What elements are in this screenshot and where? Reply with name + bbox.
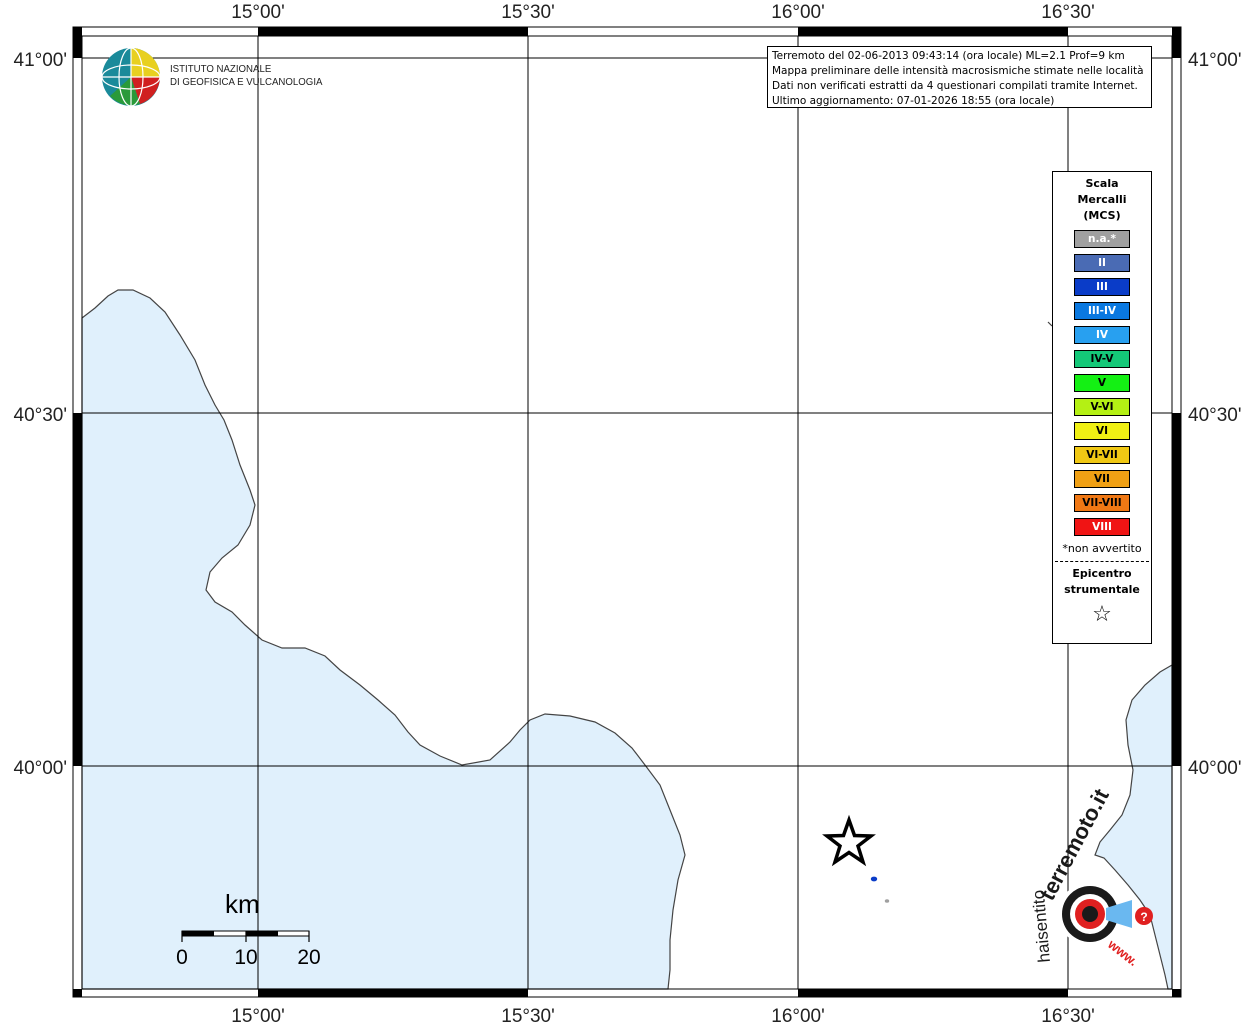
mcs-legend: Scala Mercalli (MCS) n.a.* II III III-IV IV I… [1052, 171, 1152, 644]
scale-unit: km [225, 889, 260, 919]
lat-label-right-2: 40°30' [1188, 405, 1242, 426]
legend-item: III-IV [1074, 302, 1130, 320]
lon-label-bottom-1: 15°00' [231, 1006, 285, 1024]
legend-item: III [1074, 278, 1130, 296]
legend-item: VI [1074, 422, 1130, 440]
lon-label-bottom-2: 15°30' [501, 1006, 555, 1024]
legend-item: V [1074, 374, 1130, 392]
lat-label-left-1: 41°00' [14, 50, 68, 71]
lon-label-bottom-3: 16°00' [771, 1006, 825, 1024]
info-line-data: Dati non verificati estratti da 4 questi… [772, 80, 1138, 92]
legend-title-line1: Scala [1085, 177, 1119, 190]
legend-item: IV-V [1074, 350, 1130, 368]
legend-title-line3: (MCS) [1083, 209, 1121, 222]
legend-star-icon: ☆ [1092, 602, 1112, 627]
ingv-logo-icon [101, 47, 161, 107]
legend-note: *non avvertito [1062, 542, 1142, 555]
lon-label-top-1: 15°00' [231, 2, 285, 23]
intensity-point-iii[interactable] [870, 876, 878, 882]
lat-label-left-2: 40°30' [14, 405, 68, 426]
scale-tick-0: 0 [176, 946, 188, 969]
scale-tick-20: 20 [297, 946, 320, 969]
lat-label-right-3: 40°00' [1188, 758, 1242, 779]
info-line-event: Terremoto del 02-06-2013 09:43:14 (ora l… [772, 50, 1125, 62]
legend-epicenter-label: Epicentro strumentale [1053, 566, 1151, 598]
lon-label-top-3: 16°00' [771, 2, 825, 23]
legend-item: n.a.* [1074, 230, 1130, 248]
legend-epicenter-line2: strumentale [1064, 583, 1140, 596]
scale-tick-10: 10 [234, 946, 257, 969]
legend-items: n.a.* II III III-IV IV IV-V V V-VI VI VI-VII VII VI… [1053, 230, 1151, 536]
legend-item: IV [1074, 326, 1130, 344]
info-line-map: Mappa preliminare delle intensità macros… [772, 65, 1144, 77]
lat-label-right-1: 41°00' [1188, 50, 1242, 71]
legend-title: Scala Mercalli (MCS) [1053, 176, 1151, 224]
lon-label-top-2: 15°30' [501, 2, 555, 23]
ingv-name-line1: ISTITUTO NAZIONALE [170, 63, 272, 75]
legend-item: V-VI [1074, 398, 1130, 416]
svg-text:?: ? [1140, 910, 1147, 924]
legend-item: II [1074, 254, 1130, 272]
ingv-name-line2: DI GEOFISICA E VULCANOLOGIA [170, 76, 323, 88]
lon-label-top-4: 16°30' [1041, 2, 1095, 23]
ingv-name: ISTITUTO NAZIONALE DI GEOFISICA E VULCAN… [170, 63, 322, 89]
legend-title-line2: Mercalli [1077, 193, 1127, 206]
lon-label-bottom-4: 16°30' [1041, 1006, 1095, 1024]
legend-item: VII-VIII [1074, 494, 1130, 512]
event-info-box: Terremoto del 02-06-2013 09:43:14 (ora l… [767, 46, 1152, 108]
legend-epicenter-line1: Epicentro [1072, 567, 1132, 580]
legend-separator [1055, 561, 1149, 562]
legend-item: VII [1074, 470, 1130, 488]
legend-item: VIII [1074, 518, 1130, 536]
intensity-point-na[interactable] [884, 899, 890, 903]
info-line-update: Ultimo aggiornamento: 07-01-2026 18:55 (… [772, 95, 1055, 107]
legend-item: VI-VII [1074, 446, 1130, 464]
lat-label-left-3: 40°00' [14, 758, 68, 779]
